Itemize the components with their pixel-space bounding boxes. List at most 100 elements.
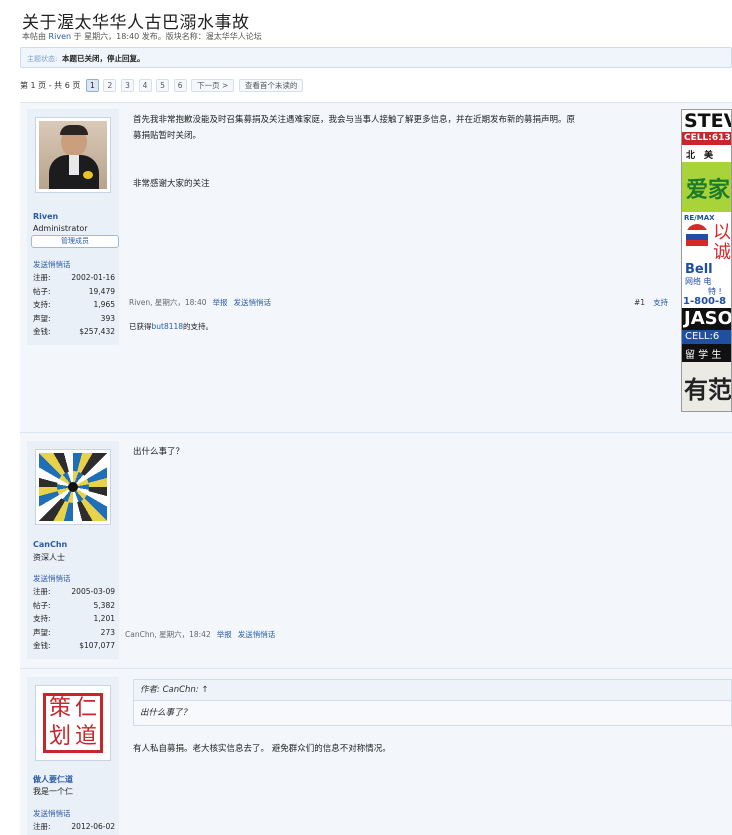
user-panel: 策 仁 划 道 做人要仁道 我是一个仁 发送悄悄话 注册: 2012-06-02 [27, 677, 119, 835]
stat-label: 声望: [33, 313, 51, 323]
first-unread-button[interactable]: 查看首个未读的 [238, 79, 304, 92]
stat-label: 帖子: [33, 286, 51, 296]
seal-icon: 策 仁 划 道 [39, 689, 107, 757]
forum-thread-page: 关于渥太华华人古巴溺水事故 本帖由 Riven 于 星期六，18:40 发布。版… [0, 0, 732, 835]
page-button-3[interactable]: 3 [120, 79, 134, 92]
send-message-link[interactable]: 发送悄悄话 [33, 573, 71, 584]
stat-row: 支持: 1,965 [33, 298, 115, 312]
stat-row: 注册: 2002-01-16 [33, 271, 115, 285]
send-message-link[interactable]: 发送悄悄话 [33, 808, 71, 819]
ad-banner[interactable]: JASO CELL:6 留 学 生 [682, 308, 732, 362]
post-author-time: CanChn, 星期六，18:42 [125, 630, 211, 639]
seal-char: 道 [74, 724, 97, 749]
stat-row: 支持: 1,201 [33, 612, 115, 626]
ad-subtext: 北 美 [686, 151, 714, 161]
user-panel: Riven Administrator 管理成员 发送悄悄话 注册: 2002-0… [27, 109, 119, 345]
quote-header[interactable]: 作者: CanChn: ↑ [134, 680, 731, 701]
username[interactable]: Riven [33, 212, 58, 221]
post-body: 出什么事了？ [133, 444, 184, 460]
status-label: 主题状态: [27, 55, 58, 63]
username[interactable]: CanChn [33, 540, 67, 549]
post-2: CanChn 资深人士 发送悄悄话 注册: 2005-03-09 帖子: 5,382… [20, 432, 732, 668]
thread-meta-prefix: 本帖由 [22, 32, 49, 41]
user-stats: 注册: 2002-01-16 帖子: 19,479 支持: 1,965 声望: 393 … [33, 271, 115, 339]
avatar[interactable] [35, 117, 111, 193]
stat-value: 273 [100, 627, 115, 637]
ad-banner[interactable]: STEV CELL:613 北 美 [682, 110, 731, 162]
post-1: Riven Administrator 管理成员 发送悄悄话 注册: 2002-0… [20, 102, 732, 432]
post-number[interactable]: #1 [634, 298, 645, 307]
username[interactable]: 做人要仁道 [33, 774, 73, 785]
post-body: 有人私自募捐。老大核实信息去了。 避免群众们的信息不对称情况。 [133, 741, 391, 757]
ad-text: STEV [684, 110, 731, 132]
stat-label: 注册: [33, 273, 51, 282]
report-link[interactable]: 举报 [217, 630, 232, 639]
post-text-line: 有人私自募捐。老大核实信息去了。 避免群众们的信息不对称情况。 [133, 744, 391, 754]
likes-summary: 已获得but8118的支持。 [129, 321, 213, 332]
pagination: 第 1 页 - 共 6 页 1 2 3 4 5 6 下一页 > 查看首个未读的 [20, 79, 305, 93]
page-info: 第 1 页 - 共 6 页 [20, 81, 81, 90]
ad-banner[interactable]: 有范 [682, 362, 731, 411]
stat-row: 金钱: $107,077 [33, 639, 115, 653]
send-message-link[interactable]: 发送悄悄话 [238, 630, 276, 639]
page-button-4[interactable]: 4 [138, 79, 152, 92]
likes-suffix: 的支持。 [183, 322, 214, 331]
stat-label: 帖子: [33, 600, 51, 610]
stat-label: 支持: [33, 300, 51, 310]
quote-block: 作者: CanChn: ↑ 出什么事了？ [133, 679, 732, 726]
ad-subtext: CELL:6 [685, 331, 720, 342]
page-button-1[interactable]: 1 [85, 79, 99, 92]
stat-value: 5,382 [93, 600, 115, 610]
post-3: 策 仁 划 道 做人要仁道 我是一个仁 发送悄悄话 注册: 2012-06-02 … [20, 668, 732, 835]
post-footer: CanChn, 星期六，18:42 举报 发送悄悄话 [125, 629, 275, 640]
user-stats: 注册: 2005-03-09 帖子: 5,382 支持: 1,201 声望: 273 金… [33, 585, 115, 653]
stat-label: 注册: [33, 822, 51, 831]
stat-label: 声望: [33, 627, 51, 637]
ad-banner[interactable]: Bell 网络 电 特 ! 1-800-8 [682, 262, 731, 308]
thread-meta: 本帖由 Riven 于 星期六，18:40 发布。版块名称：渥太华华人论坛 [22, 31, 262, 42]
seal-char: 划 [48, 724, 71, 749]
likes-prefix: 已获得 [129, 322, 152, 331]
next-page-button[interactable]: 下一页 > [191, 79, 235, 92]
stat-label: 金钱: [33, 327, 51, 337]
stat-value: $107,077 [79, 641, 115, 651]
user-stats: 注册: 2012-06-02 [33, 820, 115, 834]
send-message-link[interactable]: 发送悄悄话 [33, 259, 71, 270]
seal-char: 策 [48, 696, 71, 721]
stat-value: 2005-03-09 [71, 587, 115, 596]
report-link[interactable]: 举报 [212, 298, 227, 307]
ad-banner[interactable]: 爱家 [682, 162, 731, 212]
user-title: 资深人士 [33, 553, 65, 562]
stat-label: 支持: [33, 614, 51, 624]
stat-row: 声望: 393 [33, 312, 115, 326]
ad-subtext: 留 学 生 [685, 350, 722, 361]
post-body: 首先我非常抱歉没能及时召集募捐及关注遇难家庭，我会与当事人接触了解更多信息，并在… [133, 112, 693, 192]
ad-text: 爱家 [686, 178, 731, 203]
thread-author-link[interactable]: Riven [49, 32, 72, 41]
send-message-link[interactable]: 发送悄悄话 [233, 298, 271, 307]
page-button-2[interactable]: 2 [103, 79, 117, 92]
stat-row: 金钱: $257,432 [33, 325, 115, 339]
liker-link[interactable]: but8118 [152, 322, 184, 331]
stat-value: 2012-06-02 [71, 822, 115, 831]
post-text-line: 首先我非常抱歉没能及时召集募捐及关注遇难家庭，我会与当事人接触了解更多信息，并在… [133, 115, 576, 125]
like-link[interactable]: 支持 [653, 298, 668, 307]
stat-row: 注册: 2005-03-09 [33, 585, 115, 599]
stat-row: 帖子: 5,382 [33, 599, 115, 613]
ad-text: JASO [684, 308, 732, 329]
stat-row: 注册: 2012-06-02 [33, 820, 115, 834]
thread-status-box: 主题状态: 本题已关闭，停止回复。 [20, 47, 732, 68]
quote-text: 出什么事了？ [140, 708, 192, 718]
stat-row: 帖子: 19,479 [33, 285, 115, 299]
avatar[interactable] [35, 449, 111, 525]
ad-text: RE/MAX [684, 214, 715, 222]
post-text-line: 募捐贴暂时关闭。 [133, 131, 202, 141]
ad-subtext: 1-800-8 [683, 296, 727, 307]
page-button-6[interactable]: 6 [173, 79, 187, 92]
avatar[interactable]: 策 仁 划 道 [35, 685, 111, 761]
staff-badge: 管理成员 [31, 235, 119, 248]
ad-banner[interactable]: RE/MAX 以 诚 [682, 212, 731, 262]
page-button-5[interactable]: 5 [156, 79, 170, 92]
post-text-line: 出什么事了？ [133, 447, 185, 457]
user-title: Administrator [33, 224, 88, 233]
